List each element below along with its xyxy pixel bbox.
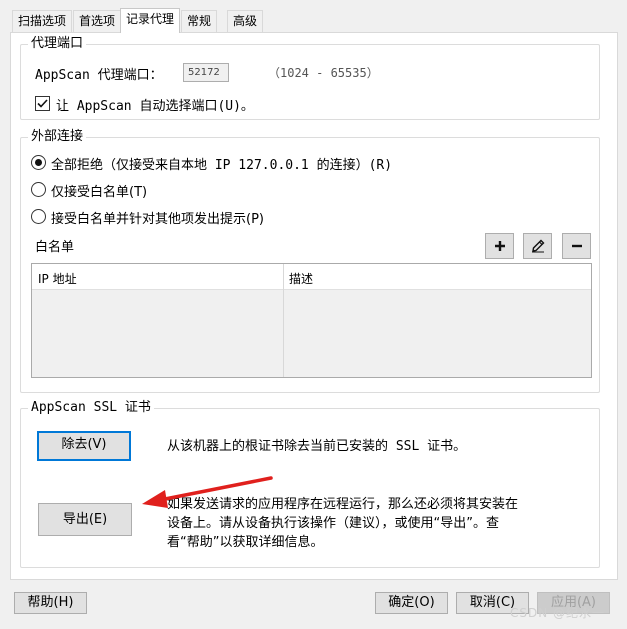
radio-whitelist-only[interactable]: [31, 182, 46, 197]
port-range-label: （1024 - 65535）: [268, 66, 379, 80]
ok-button[interactable]: 确定(O): [375, 592, 448, 614]
proxy-port-label: AppScan 代理端口：: [35, 68, 163, 83]
auto-select-port-checkbox[interactable]: [35, 96, 50, 111]
tab-general[interactable]: 常规: [181, 10, 218, 32]
table-body: [32, 290, 591, 377]
remove-cert-description: 从该机器上的根证书除去当前已安装的 SSL 证书。: [167, 439, 467, 454]
edit-whitelist-button[interactable]: [523, 233, 552, 259]
tab-recording-proxy[interactable]: 记录代理: [120, 8, 181, 33]
whitelist-table[interactable]: IP 地址 描述: [31, 263, 592, 378]
column-divider[interactable]: [283, 264, 284, 377]
proxy-port-input[interactable]: 52172: [183, 63, 229, 82]
radio-whitelist-prompt[interactable]: [31, 209, 46, 224]
column-description[interactable]: 描述: [289, 270, 313, 287]
radio-whitelist-prompt-label[interactable]: 接受白名单并针对其他项发出提示(P): [51, 208, 264, 227]
radio-reject-all-label[interactable]: 全部拒绝（仅接受来自本地 IP 127.0.0.1 的连接）(R): [51, 154, 392, 173]
ssl-cert-title: AppScan SSL 证书: [28, 400, 154, 416]
external-connection-title: 外部连接: [28, 129, 87, 145]
tab-scan-options[interactable]: 扫描选项: [12, 10, 73, 32]
radio-whitelist-only-label[interactable]: 仅接受白名单(T): [51, 181, 147, 200]
table-header: IP 地址 描述: [32, 264, 591, 290]
minus-icon: [571, 244, 582, 248]
radio-reject-all[interactable]: [31, 155, 46, 170]
export-cert-description-line1: 如果发送请求的应用程序在远程运行，那么还必须将其安装在: [167, 497, 519, 512]
remove-cert-button[interactable]: 除去(V): [37, 431, 131, 461]
remove-whitelist-button[interactable]: [562, 233, 591, 259]
help-button[interactable]: 帮助(H): [14, 592, 87, 614]
watermark: CSDN @纪水一: [510, 606, 606, 620]
tab-advanced[interactable]: 高级: [227, 10, 264, 32]
checkmark-icon: [37, 99, 48, 108]
column-ip-address[interactable]: IP 地址: [38, 270, 77, 287]
add-whitelist-button[interactable]: [485, 233, 514, 259]
proxy-port-title: 代理端口: [28, 36, 87, 52]
tab-preferences[interactable]: 首选项: [73, 10, 122, 32]
auto-select-port-label[interactable]: 让 AppScan 自动选择端口(U)。: [56, 95, 254, 114]
export-cert-description-line3: 看“帮助”以获取详细信息。: [167, 535, 324, 550]
whitelist-label: 白名单: [35, 240, 75, 255]
pencil-icon: [531, 239, 544, 253]
export-cert-description-line2: 设备上。请从设备执行该操作（建议），或使用“导出”。查: [167, 516, 499, 531]
plus-icon: [494, 241, 505, 251]
export-cert-button[interactable]: 导出(E): [38, 503, 132, 536]
